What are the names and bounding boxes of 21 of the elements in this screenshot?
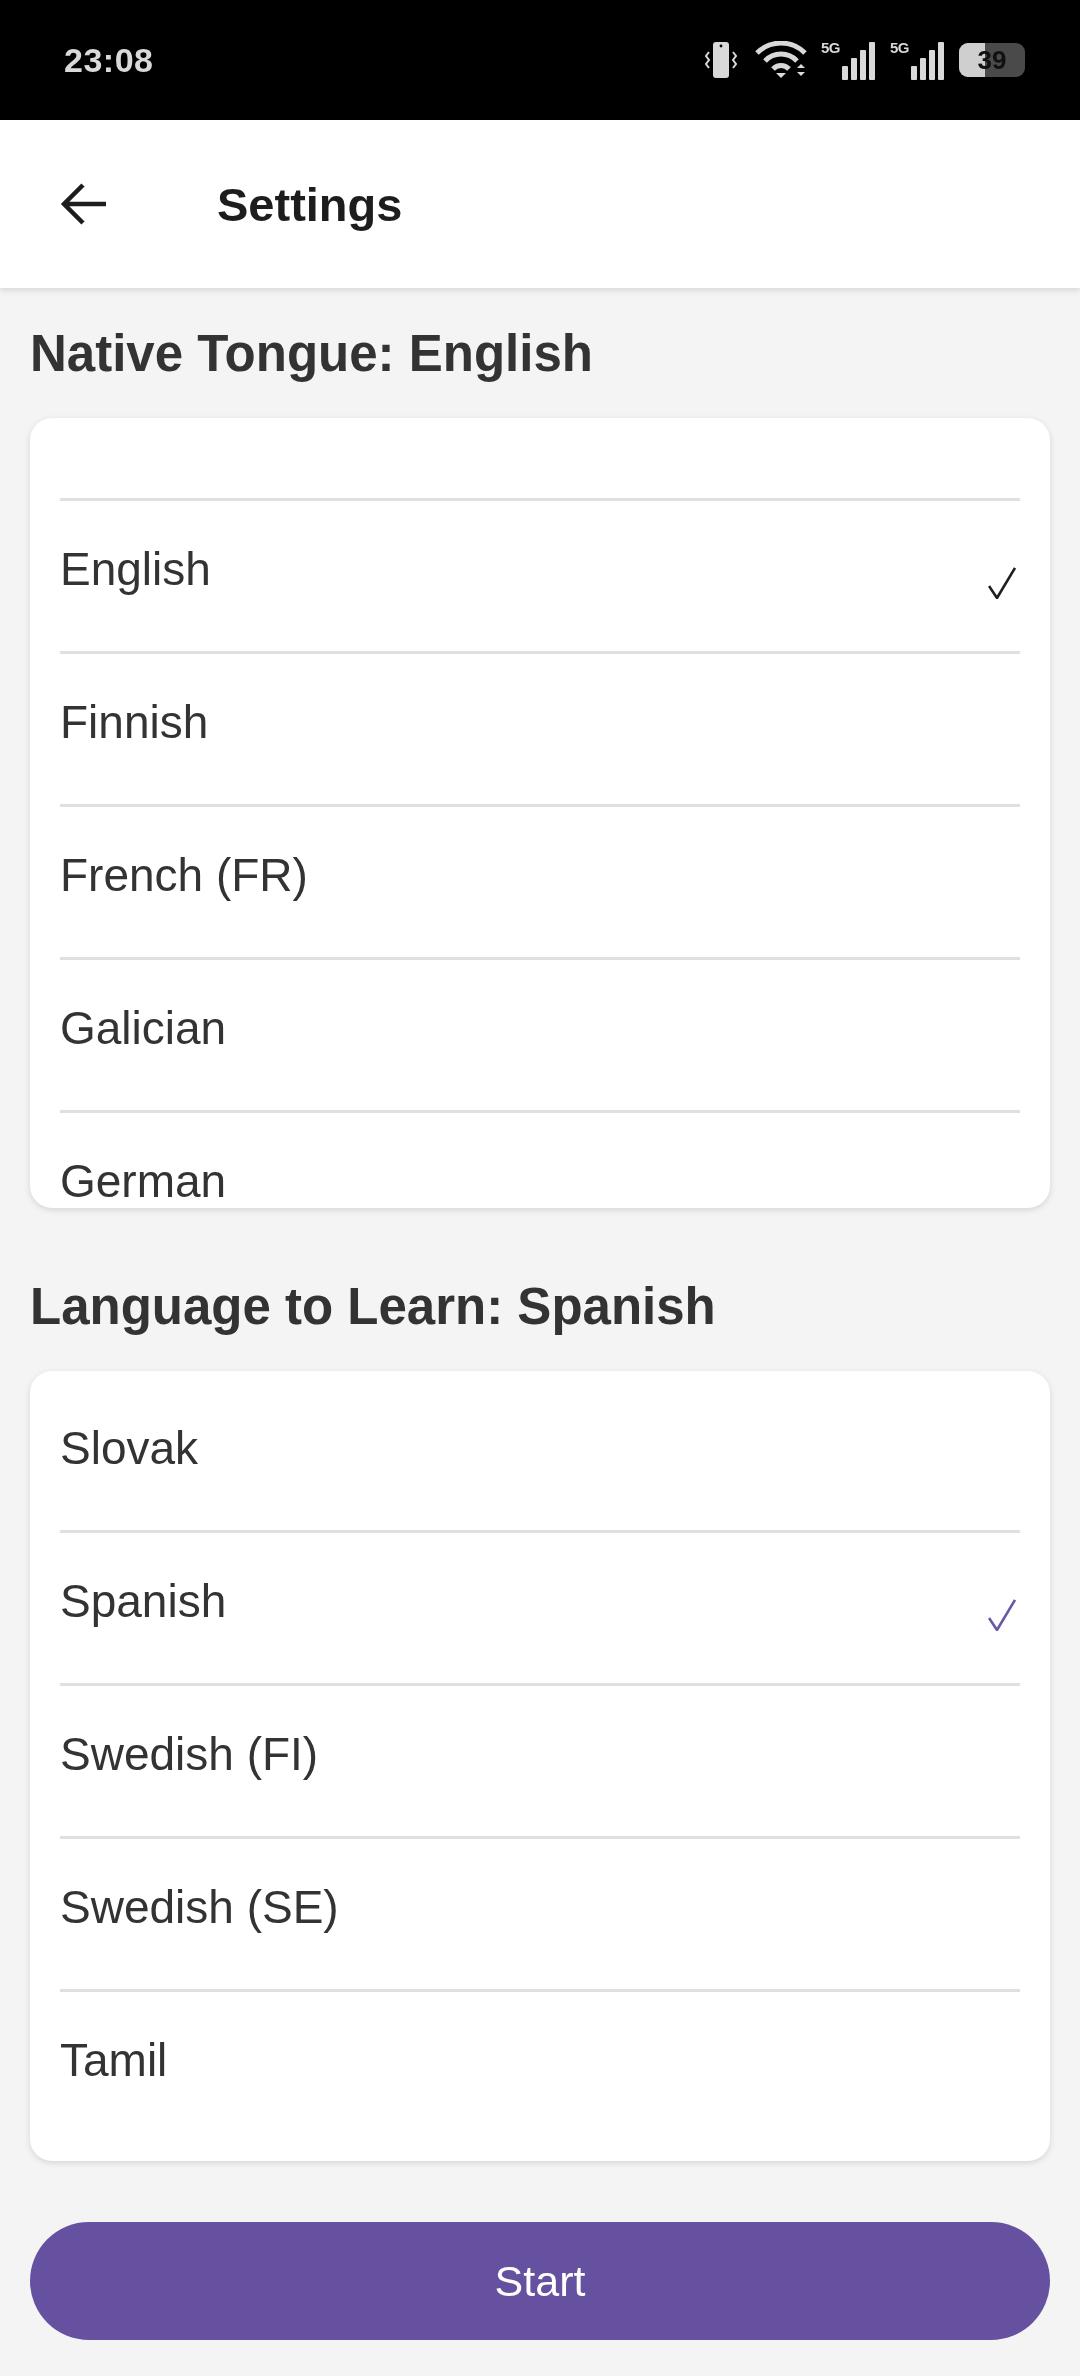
language-option[interactable]: English — [60, 498, 1020, 651]
language-option[interactable]: French (FR) — [60, 804, 1020, 957]
page-title: Settings — [217, 176, 403, 232]
language-option[interactable]: Swedish (FI) — [60, 1683, 1020, 1836]
wifi-icon — [754, 41, 807, 79]
language-option[interactable]: Finnish — [60, 651, 1020, 804]
language-option[interactable]: German — [60, 1110, 1020, 1208]
language-option[interactable]: Slovak — [60, 1377, 1020, 1530]
language-option[interactable]: Tamil — [60, 1989, 1020, 2142]
signal-icon — [842, 40, 876, 80]
section-heading: Language to Learn: Spanish — [30, 1277, 717, 1337]
language-option[interactable]: Swedish (SE) — [60, 1836, 1020, 1989]
signal-icon — [911, 40, 945, 80]
network-type-label: 5G — [890, 40, 909, 55]
status-time: 23:08 — [64, 40, 154, 80]
back-arrow-icon — [60, 182, 108, 226]
network-type-label: 5G — [820, 40, 840, 55]
language-option[interactable]: Spanish — [60, 1530, 1020, 1683]
language-option[interactable]: Galician — [60, 957, 1020, 1110]
section-heading: Native Tongue: English — [30, 324, 594, 384]
start-button[interactable]: Start — [30, 2222, 1050, 2340]
